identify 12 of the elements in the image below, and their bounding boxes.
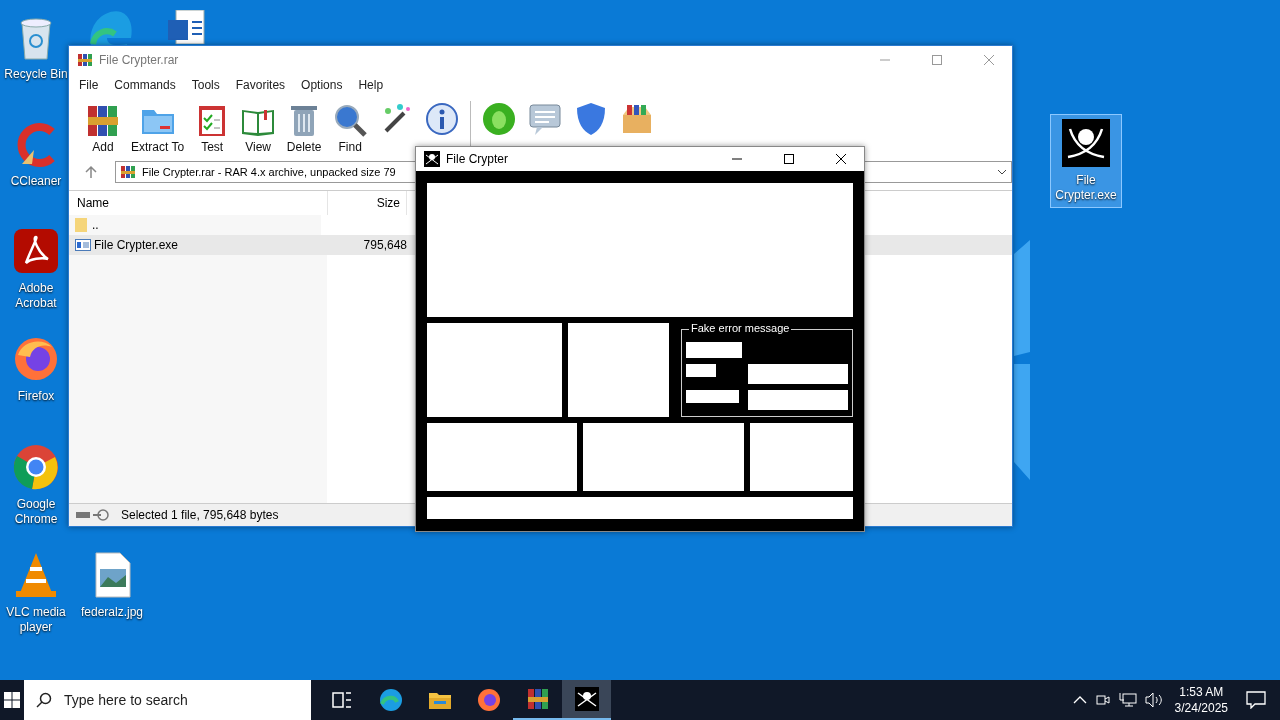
window-title: File Crypter	[446, 152, 509, 166]
desktop-icon-label: CCleaner	[10, 174, 62, 189]
desktop-icon-label: federalz.jpg	[80, 605, 143, 620]
desktop-icon-label: File Crypter.exe	[1054, 173, 1118, 203]
desktop-icon-label: Adobe Acrobat	[14, 281, 58, 311]
desktop-icon-label: VLC media player	[5, 605, 67, 635]
desktop-icon-label: Google Chrome	[13, 497, 59, 527]
desktop-icon-label: Recycle Bin	[4, 67, 68, 82]
group-title: Fake error message	[689, 322, 792, 334]
status-text: Selected 1 file, 795,648 bytes	[121, 508, 279, 522]
desktop-icon-label: Firefox	[17, 389, 55, 404]
window-title: File Crypter.rar	[99, 53, 180, 67]
